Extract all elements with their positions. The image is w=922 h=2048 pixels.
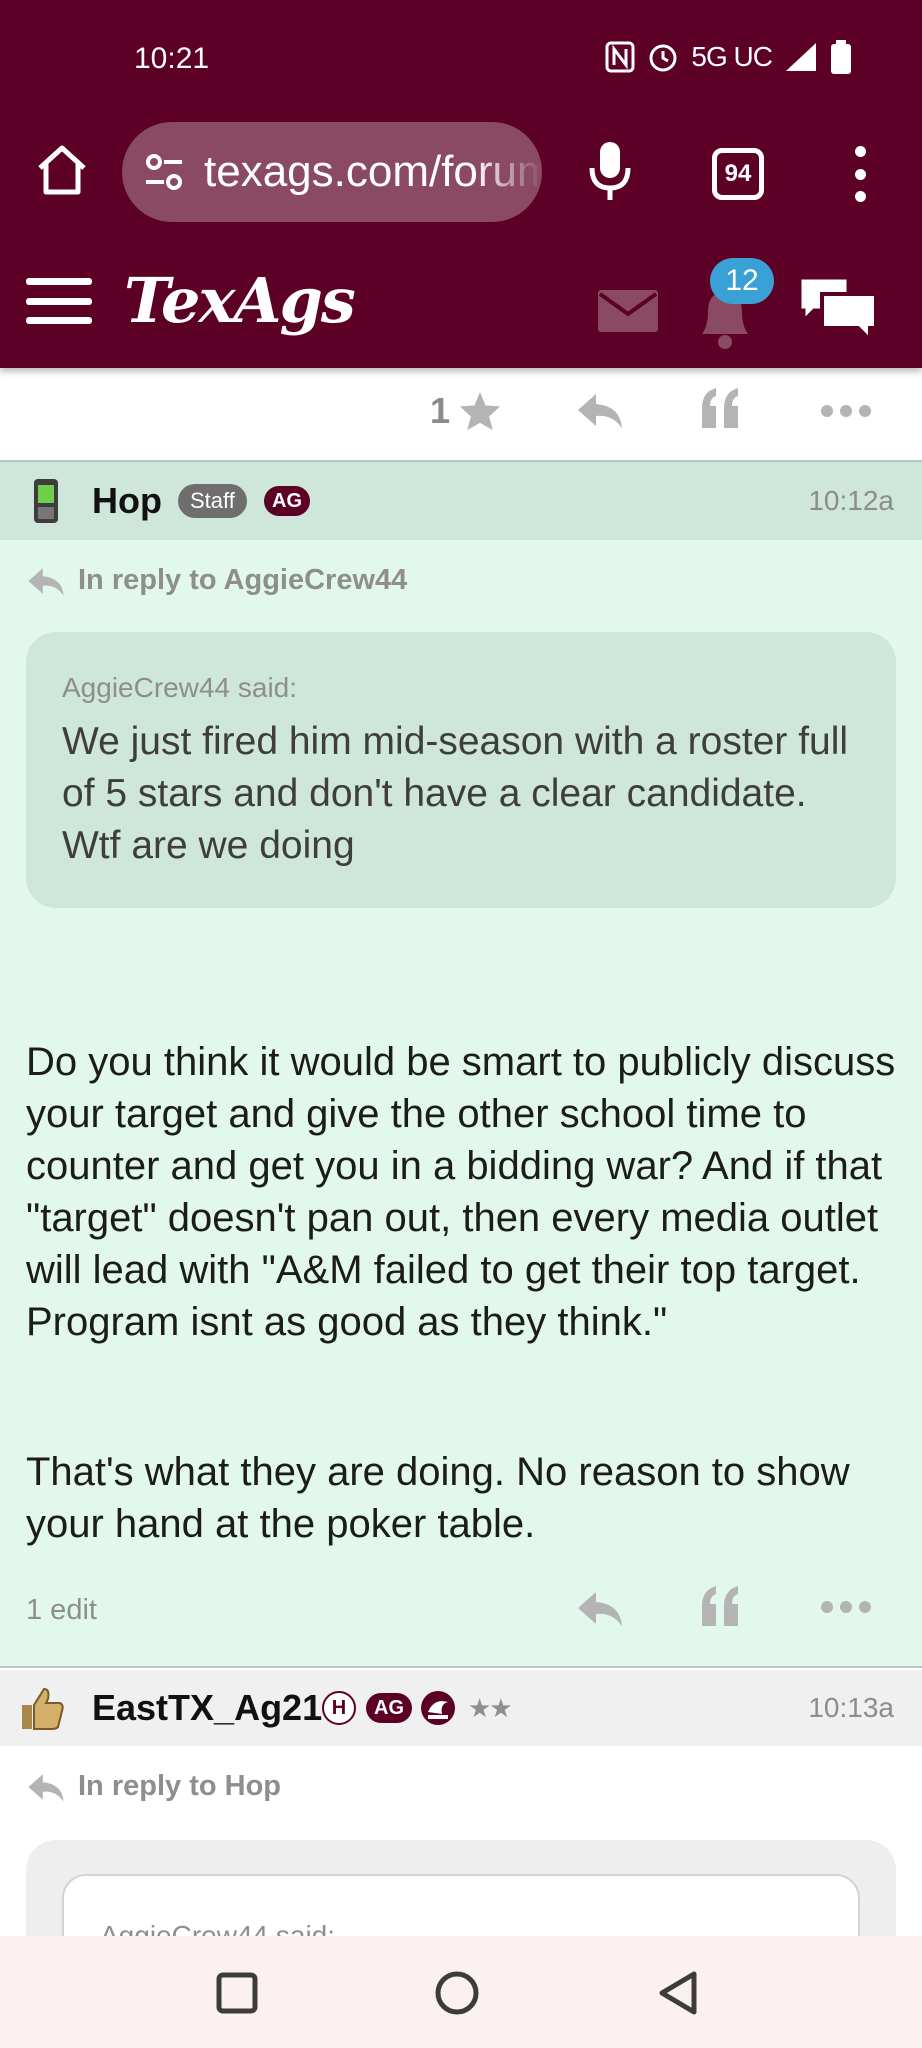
post-text-paragraph: That's what they are doing. No reason to… <box>26 1450 861 1546</box>
in-reply-to-text: In reply to AggieCrew44 <box>78 564 408 596</box>
reply-arrow-icon <box>28 567 64 595</box>
quote-icon <box>702 388 738 428</box>
rank-stars: ★★ <box>468 1692 513 1723</box>
nfc-icon <box>605 41 635 73</box>
post-header: EastTX_Ag21 H AG ★★ 10:13a <box>0 1670 922 1746</box>
star-icon <box>459 391 501 431</box>
address-bar[interactable]: texags.com/forums <box>122 122 542 222</box>
hamburger-menu-icon[interactable] <box>26 278 92 324</box>
notification-count-badge[interactable]: 12 <box>710 258 774 304</box>
alarm-icon <box>649 44 677 72</box>
h-badge: H <box>322 1691 356 1725</box>
post-time[interactable]: 10:12a <box>808 485 894 517</box>
back-icon[interactable] <box>656 1970 700 2016</box>
more-options-button[interactable] <box>820 404 872 418</box>
browser-menu-button[interactable] <box>850 146 870 202</box>
in-reply-to-text: In reply to Hop <box>78 1770 281 1802</box>
browser-toolbar: texags.com/forums 94 <box>0 118 922 228</box>
post-body: In reply to AggieCrew44 AggieCrew44 said… <box>0 540 922 1668</box>
staff-badge: Staff <box>178 484 247 518</box>
quote-text: We just fired him mid-season with a rost… <box>62 720 849 867</box>
url-text: texags.com/forums <box>204 147 542 196</box>
quote-block: AggieCrew44 said: We just fired him mid-… <box>26 632 896 908</box>
microphone-icon[interactable] <box>586 138 634 202</box>
post-header: Hop Staff AG 10:12a <box>0 462 922 540</box>
status-time: 10:21 <box>134 42 210 75</box>
home-icon[interactable] <box>36 142 88 198</box>
battery-icon <box>831 40 851 74</box>
post-text-paragraph: Do you think it would be smart to public… <box>26 1040 907 1344</box>
star-count: 1 <box>430 390 451 431</box>
chat-icon[interactable] <box>796 272 880 342</box>
network-label: 5G UC <box>691 41 773 72</box>
more-icon <box>821 405 871 417</box>
team-logo-icon <box>421 1691 455 1725</box>
more-icon <box>821 1601 871 1613</box>
app-root: { "status_bar": { "time": "10:21", "netw… <box>0 0 922 2048</box>
thumbs-up-avatar-icon[interactable] <box>18 1685 66 1731</box>
reply-icon <box>578 394 622 428</box>
reply-arrow-icon <box>28 1773 64 1801</box>
reply-button[interactable] <box>576 1588 624 1628</box>
edit-count[interactable]: 1 edit <box>26 1594 97 1627</box>
site-logo[interactable]: TexAgs <box>124 264 356 337</box>
status-icons: 5G UC <box>605 40 852 74</box>
mail-icon[interactable] <box>596 288 660 334</box>
star-button[interactable]: 1 <box>430 390 502 432</box>
phone-avatar-icon[interactable] <box>28 477 64 525</box>
quote-button[interactable] <box>698 1584 742 1628</box>
quote-icon <box>702 1586 738 1626</box>
status-bar: 10:21 5G UC <box>0 0 922 118</box>
ag-badge: AG <box>264 486 310 516</box>
post-body: In reply to Hop AggieCrew44 said: <box>0 1746 922 1994</box>
reply-button[interactable] <box>576 390 624 430</box>
recents-icon[interactable] <box>216 1972 258 2014</box>
site-header: TexAgs 12 <box>0 228 922 368</box>
ag-badge: AG <box>366 1693 412 1723</box>
reply-icon <box>578 1592 622 1626</box>
in-reply-to-link[interactable]: In reply to Hop <box>26 1770 281 1803</box>
post-time[interactable]: 10:13a <box>808 1692 894 1724</box>
system-nav-bar <box>0 1936 922 2048</box>
in-reply-to-link[interactable]: In reply to AggieCrew44 <box>26 564 407 597</box>
home-circle-icon[interactable] <box>434 1970 480 2016</box>
previous-post-footer: 1 <box>0 368 922 462</box>
quote-button[interactable] <box>698 386 742 430</box>
quote-author: AggieCrew44 said: <box>62 672 298 703</box>
signal-icon <box>786 43 816 71</box>
site-settings-icon[interactable] <box>142 150 186 194</box>
username[interactable]: Hop <box>92 480 162 522</box>
tab-switcher-button[interactable]: 94 <box>712 148 764 200</box>
more-options-button[interactable] <box>820 1600 872 1614</box>
username[interactable]: EastTX_Ag21 <box>92 1687 322 1729</box>
